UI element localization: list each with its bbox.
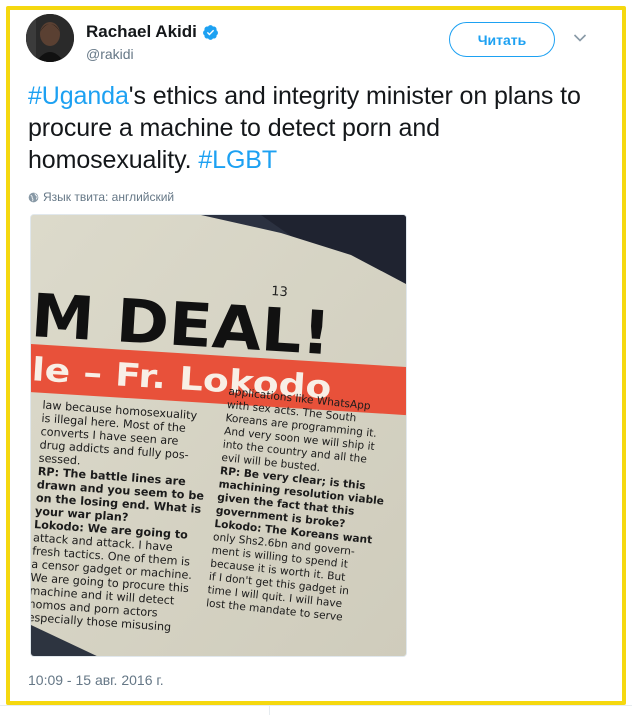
tweet-photo[interactable]: 13 M DEAL! le – Fr. Lokodo law because h…: [30, 214, 407, 657]
verified-badge-icon: [202, 24, 218, 40]
hashtag-link[interactable]: #Uganda: [28, 82, 129, 110]
avatar[interactable]: [26, 14, 74, 62]
hashtag-link[interactable]: #LGBT: [198, 146, 277, 174]
follow-button[interactable]: Читать: [449, 22, 555, 57]
author-name[interactable]: Rachael Akidi: [86, 22, 197, 42]
tweet-language: Язык твита: английский: [28, 190, 174, 204]
chevron-down-icon[interactable]: [572, 30, 588, 46]
tweet-timestamp[interactable]: 10:09 - 15 авг. 2016 г.: [28, 672, 164, 688]
divider: [269, 706, 270, 715]
globe-icon: [28, 192, 39, 202]
newspaper-photo: 13 M DEAL! le – Fr. Lokodo law because h…: [31, 215, 406, 656]
author-name-row: Rachael Akidi: [86, 22, 219, 42]
tweet-text: #Uganda's ethics and integrity minister …: [28, 80, 598, 176]
author-handle[interactable]: @rakidi: [86, 46, 134, 62]
language-label: Язык твита: английский: [43, 190, 175, 204]
bottom-strip: [0, 705, 632, 715]
